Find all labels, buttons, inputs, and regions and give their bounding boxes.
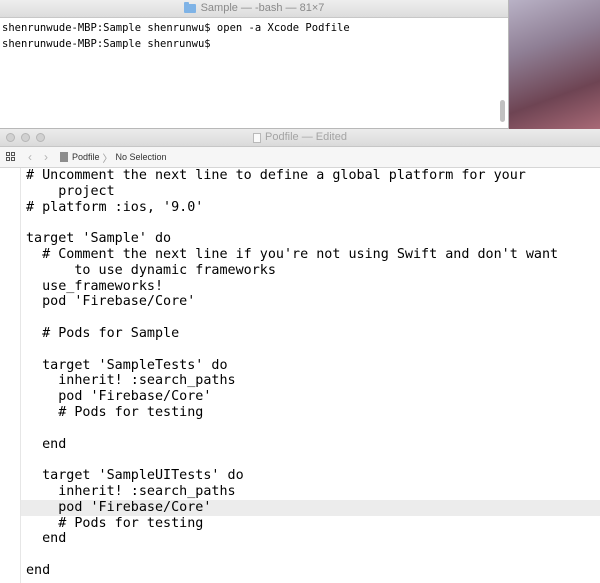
- code-line[interactable]: pod 'Firebase/Core': [26, 389, 600, 405]
- zoom-button[interactable]: [36, 133, 45, 142]
- code-line[interactable]: [26, 215, 600, 231]
- code-line[interactable]: project: [26, 184, 600, 200]
- source-editor[interactable]: # Uncomment the next line to define a gl…: [0, 168, 600, 583]
- code-line[interactable]: [26, 310, 600, 326]
- back-arrow-icon[interactable]: ‹: [22, 147, 38, 167]
- code-line[interactable]: # Uncomment the next line to define a gl…: [26, 168, 600, 184]
- related-items-icon[interactable]: [6, 152, 16, 162]
- window-controls: [6, 133, 45, 142]
- terminal-scrollbar[interactable]: [500, 100, 505, 122]
- code-line[interactable]: use_frameworks!: [26, 279, 600, 295]
- code-line[interactable]: end: [26, 437, 600, 453]
- code-line[interactable]: [26, 421, 600, 437]
- code-line[interactable]: [26, 452, 600, 468]
- close-button[interactable]: [6, 133, 15, 142]
- code-line[interactable]: pod 'Firebase/Core': [26, 294, 600, 310]
- document-icon: [253, 132, 262, 143]
- breadcrumb-file[interactable]: Podfile: [72, 152, 100, 162]
- xcode-window: Podfile — Edited ‹ › Podfile 〉 No Select…: [0, 129, 600, 583]
- breadcrumb-selection[interactable]: No Selection: [116, 152, 167, 162]
- code-line[interactable]: # platform :ios, '9.0': [26, 200, 600, 216]
- code-line[interactable]: pod 'Firebase/Core': [21, 499, 600, 516]
- code-line[interactable]: # Pods for testing: [26, 516, 600, 532]
- xcode-title-text: Podfile — Edited: [265, 131, 347, 143]
- terminal-output[interactable]: shenrunwude-MBP:Sample shenrunwu$ open -…: [0, 18, 508, 52]
- code-line[interactable]: inherit! :search_paths: [26, 484, 600, 500]
- forward-arrow-icon[interactable]: ›: [38, 147, 54, 167]
- terminal-title-text: Sample — -bash — 81×7: [200, 2, 325, 14]
- code-line[interactable]: [26, 342, 600, 358]
- terminal-title: Sample — -bash — 81×7: [183, 0, 325, 17]
- terminal-line: shenrunwude-MBP:Sample shenrunwu$ open -…: [2, 22, 350, 34]
- code-line[interactable]: to use dynamic frameworks: [26, 263, 600, 279]
- desktop-background: [508, 0, 600, 130]
- terminal-window: Sample — -bash — 81×7 shenrunwude-MBP:Sa…: [0, 0, 509, 129]
- editor-gutter[interactable]: [0, 168, 21, 583]
- code-text[interactable]: # Uncomment the next line to define a gl…: [21, 168, 600, 579]
- jump-bar: ‹ › Podfile 〉 No Selection: [0, 147, 600, 168]
- code-line[interactable]: # Comment the next line if you're not us…: [26, 247, 600, 263]
- code-line[interactable]: target 'Sample' do: [26, 231, 600, 247]
- code-line[interactable]: end: [26, 563, 600, 579]
- code-line[interactable]: target 'SampleUITests' do: [26, 468, 600, 484]
- folder-icon: [183, 2, 196, 13]
- code-line[interactable]: [26, 547, 600, 563]
- terminal-titlebar[interactable]: Sample — -bash — 81×7: [0, 0, 508, 18]
- xcode-titlebar[interactable]: Podfile — Edited: [0, 129, 600, 147]
- file-icon: [60, 152, 68, 162]
- code-line[interactable]: target 'SampleTests' do: [26, 358, 600, 374]
- code-line[interactable]: # Pods for Sample: [26, 326, 600, 342]
- code-line[interactable]: end: [26, 531, 600, 547]
- code-line[interactable]: inherit! :search_paths: [26, 373, 600, 389]
- minimize-button[interactable]: [21, 133, 30, 142]
- terminal-line: shenrunwude-MBP:Sample shenrunwu$: [2, 38, 211, 50]
- code-line[interactable]: # Pods for testing: [26, 405, 600, 421]
- chevron-right-icon: 〉: [102, 153, 113, 165]
- xcode-title: Podfile — Edited: [253, 129, 347, 146]
